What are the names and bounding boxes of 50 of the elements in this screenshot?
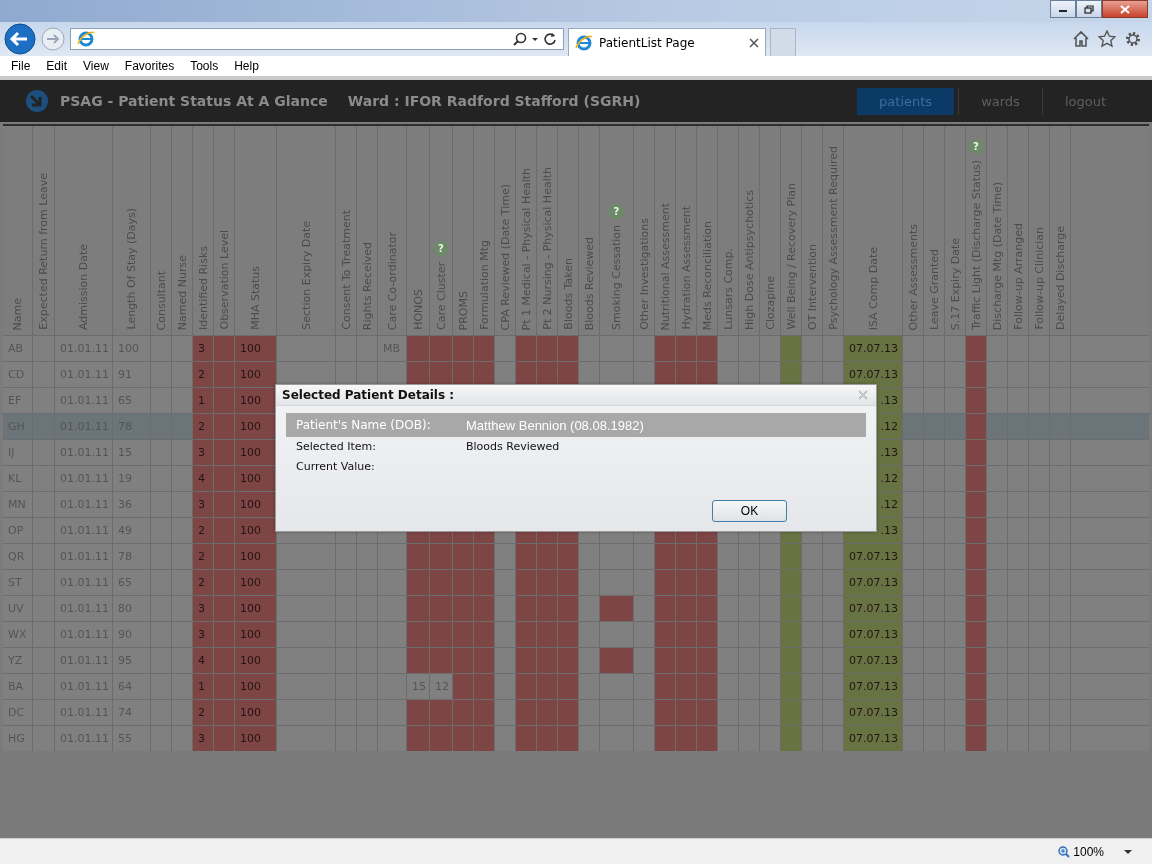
app-title: PSAG - Patient Status At A Glance	[60, 93, 328, 109]
table-cell: 100	[235, 492, 277, 517]
ward-title: Ward : IFOR Radford Stafford (SGRH)	[347, 93, 641, 109]
table-cell: 3	[193, 492, 214, 517]
dialog-title: Selected Patient Details :	[282, 388, 456, 402]
table-cell: 07.07.13	[844, 570, 903, 595]
table-cell: 2	[193, 570, 214, 595]
table-cell: 1	[193, 674, 214, 699]
table-cell: 07.07.13	[844, 648, 903, 673]
table-cell: 07.07.13	[844, 700, 903, 725]
table-cell: 2	[193, 362, 214, 387]
field-label: Current Value:	[296, 459, 376, 473]
table-cell: 100	[235, 518, 277, 543]
table-cell: 07.07.13	[844, 622, 903, 647]
table-cell: 3	[193, 336, 214, 361]
table-cell: 3	[193, 440, 214, 465]
table-cell: 4	[193, 648, 214, 673]
table-cell: 07.07.13	[844, 362, 903, 387]
table-cell: 4	[193, 466, 214, 491]
table-cell: 2	[193, 700, 214, 725]
table-cell: 100	[235, 466, 277, 491]
table-cell: 100	[235, 648, 277, 673]
table-cell: 100	[235, 622, 277, 647]
table-cell: 07.07.13	[844, 726, 903, 751]
table-cell: 100	[235, 414, 277, 439]
table-cell: 3	[193, 622, 214, 647]
table-cell: 100	[235, 440, 277, 465]
table-cell: 100	[235, 674, 277, 699]
field-label: Selected Item:	[296, 439, 377, 453]
table-cell: 100	[235, 596, 277, 621]
table-cell: 100	[235, 726, 277, 751]
table-cell: 100	[235, 570, 277, 595]
field-value: Matthew Bennion (08.08.1982)	[466, 417, 645, 433]
table-cell: 100	[235, 700, 277, 725]
table-cell: 07.07.13	[844, 336, 903, 361]
table-cell: 100	[235, 388, 277, 413]
table-cell: 2	[193, 544, 214, 569]
field-label: Patient's Name (DOB):	[296, 418, 432, 432]
table-cell: 07.07.13	[844, 596, 903, 621]
table-cell: 07.07.13	[844, 544, 903, 569]
field-value: Bloods Reviewed	[466, 439, 561, 453]
table-cell: 3	[193, 596, 214, 621]
table-cell: 07.07.13	[844, 674, 903, 699]
table-cell: 100	[235, 336, 277, 361]
table-cell: 100	[235, 544, 277, 569]
table-cell: 2	[193, 518, 214, 543]
table-cell: 100	[235, 362, 277, 387]
table-cell: 3	[193, 726, 214, 751]
table-cell: 1	[193, 388, 214, 413]
table-cell: 2	[193, 414, 214, 439]
